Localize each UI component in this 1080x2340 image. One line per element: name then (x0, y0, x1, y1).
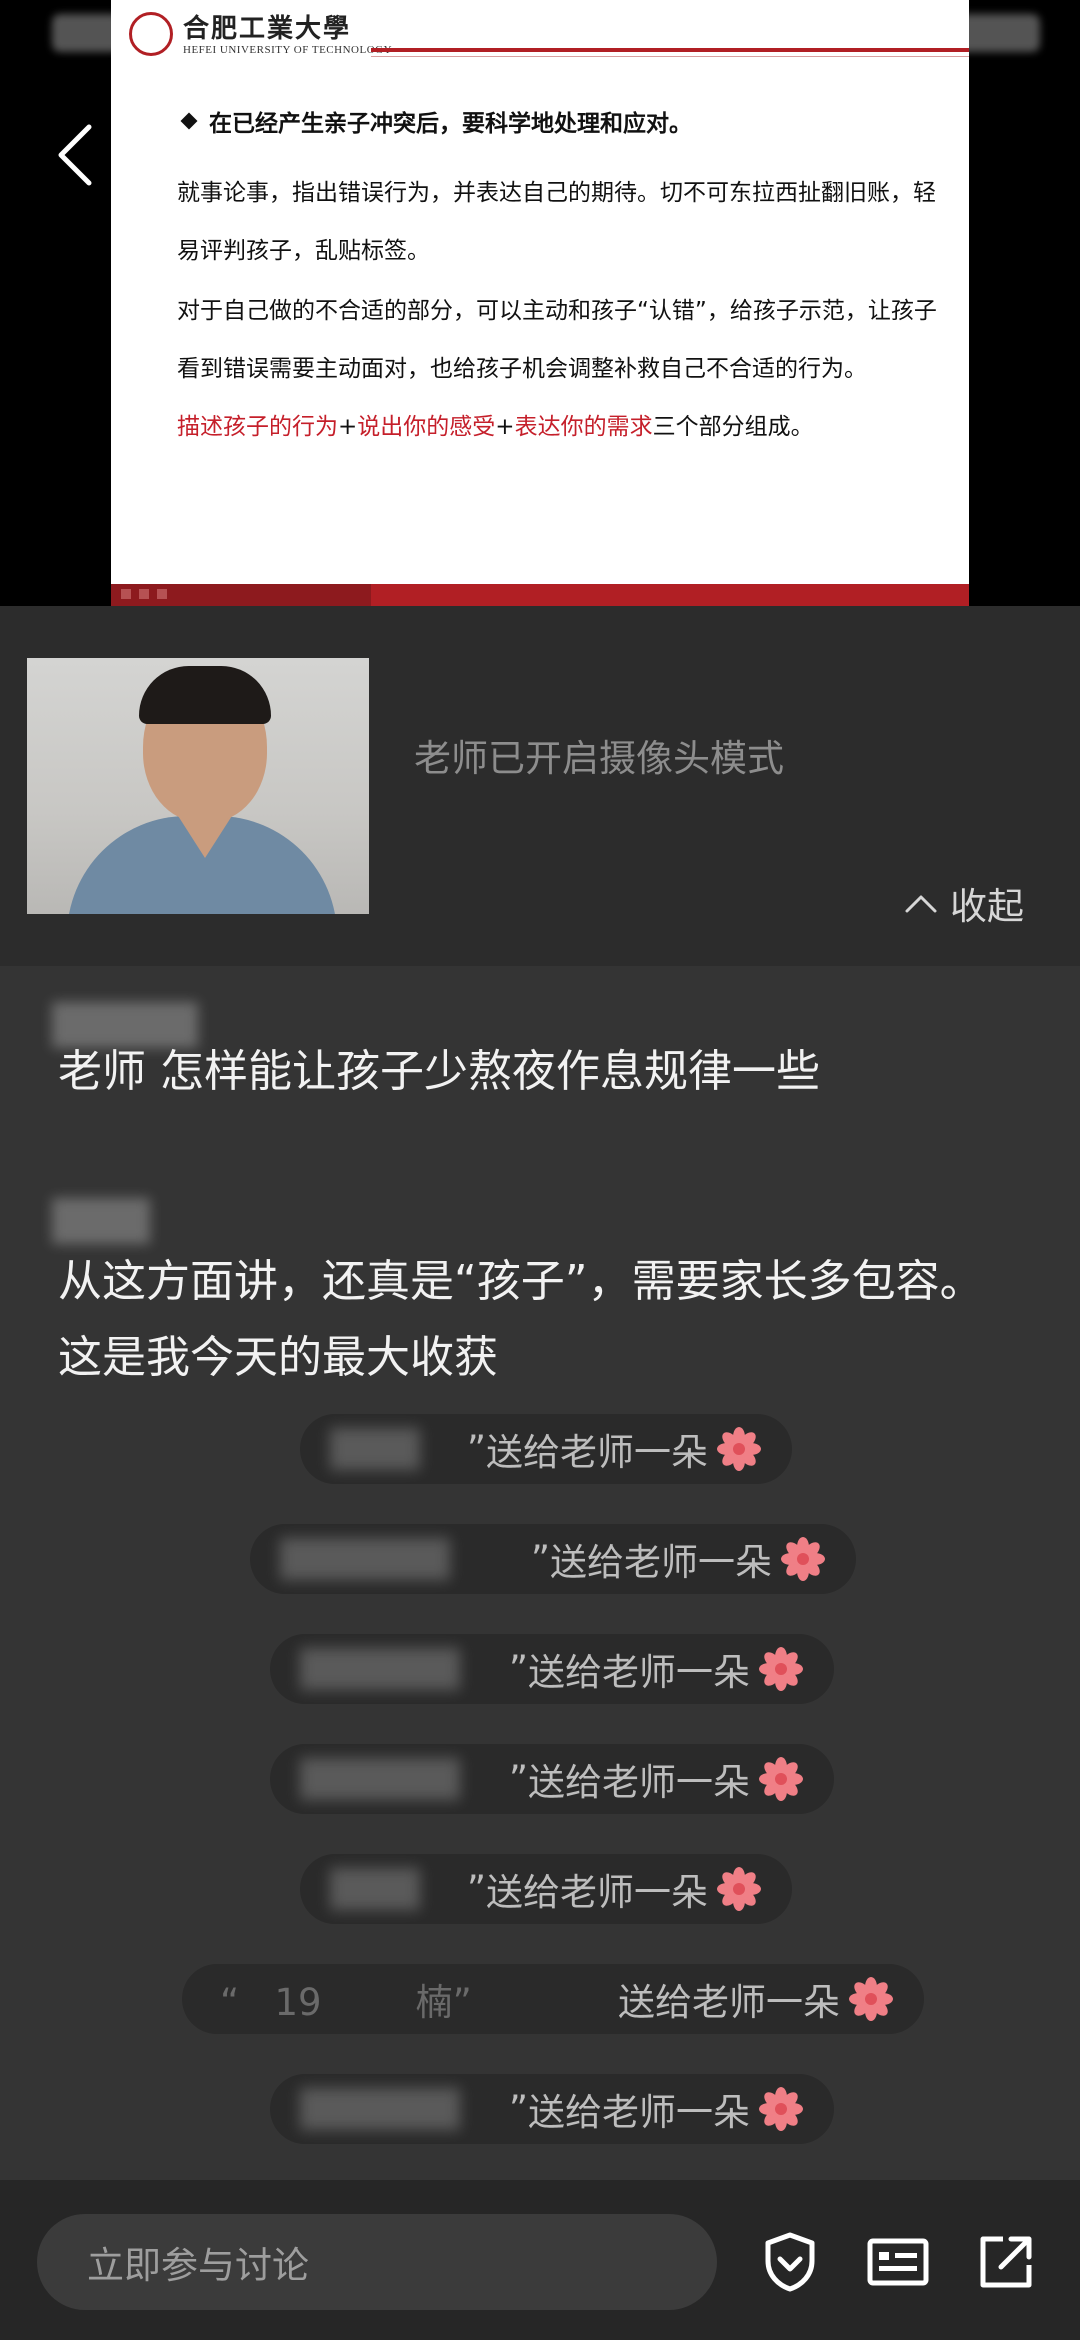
slide-paragraph-2: 对于自己做的不合适的部分，可以主动和孩子“认错”，给孩子示范，让孩子看到错误需要… (177, 298, 937, 382)
slide-viewer: 合肥工業大學 HEFEI UNIVERSITY OF TECHNOLOGY 在已… (0, 0, 1080, 606)
gift-notice: ” 送给老师一朵 (270, 2074, 834, 2144)
slide-menu-control[interactable] (139, 589, 149, 599)
flower-icon (759, 2087, 803, 2131)
gift-text: 送给老师一朵 (528, 2091, 750, 2134)
gift-notice: ” 送给老师一朵 (270, 1744, 834, 1814)
collapse-label: 收起 (950, 885, 1024, 928)
chat-message: 从这方面讲，还真是“孩子”，需要家长多包容。这是我今天的最大收获 (58, 1256, 984, 1383)
flower-icon (849, 1977, 893, 2021)
username-blurred (52, 1198, 150, 1244)
slide-heading-text: 在已经产生亲子冲突后，要科学地处理和应对。 (209, 111, 692, 137)
gift-sender-suffix: ” (466, 1867, 486, 1911)
gift-text: 送给老师一朵 (486, 1431, 708, 1474)
gift-sender-blurred (300, 2088, 460, 2130)
flower-icon (717, 1427, 761, 1471)
slide-body: 在已经产生亲子冲突后，要科学地处理和应对。 就事论事，指出错误行为，并表达自己的… (177, 104, 937, 456)
chat-message: 老师 怎样能让孩子少熬夜作息规律一些 (58, 1046, 820, 1097)
bottom-bar: 立即参与讨论 (0, 2180, 1080, 2340)
discussion-input[interactable]: 立即参与讨论 (37, 2214, 717, 2310)
gift-sender-suffix: ” (466, 1427, 486, 1471)
chat-feed[interactable]: 老师 怎样能让孩子少熬夜作息规律一些 从这方面讲，还真是“孩子”，需要家长多包容… (0, 966, 1080, 2180)
gift-notice: ” 送给老师一朵 (300, 1854, 792, 1924)
share-external-icon (980, 2236, 1032, 2288)
teacher-video[interactable] (27, 658, 369, 914)
slide-paragraph-1: 就事论事，指出错误行为，并表达自己的期待。切不可东拉西扯翻旧账，轻易评判孩子，乱… (177, 180, 936, 264)
flower-icon (781, 1537, 825, 1581)
formula-part-1: 描述孩子的行为 (177, 414, 338, 440)
slide-footer-controls (111, 584, 371, 606)
flower-icon (759, 1647, 803, 1691)
gift-sender-suffix: ” (508, 1647, 528, 1691)
gift-sender-suffix: ” (530, 1537, 550, 1581)
camera-panel: 老师已开启摄像头模式 收起 (0, 606, 1080, 966)
shield-icon (765, 2232, 815, 2292)
diamond-bullet-icon (180, 112, 198, 130)
collapse-button[interactable]: 收起 (904, 876, 1024, 930)
id-card-icon (867, 2238, 929, 2286)
id-card-button[interactable] (860, 2224, 936, 2300)
header-divider (371, 48, 969, 52)
gift-sender-suffix: ” (508, 2087, 528, 2131)
slide-heading: 在已经产生亲子冲突后，要科学地处理和应对。 (177, 104, 937, 138)
gift-notice: ” 送给老师一朵 (270, 1634, 834, 1704)
gift-text: 送给老师一朵 (486, 1871, 708, 1914)
gift-notice: ” 送给老师一朵 (250, 1524, 856, 1594)
slide-formula: 描述孩子的行为+说出你的感受+表达你的需求三个部分组成。 (177, 398, 937, 456)
gift-notice: ” 送给老师一朵 (300, 1414, 792, 1484)
university-logo (129, 12, 173, 56)
lecture-slide: 合肥工業大學 HEFEI UNIVERSITY OF TECHNOLOGY 在已… (111, 0, 969, 606)
gift-sender-blurred (330, 1428, 420, 1470)
slide-next-control[interactable] (157, 589, 167, 599)
gift-text: 送给老师一朵 (528, 1761, 750, 1804)
gift-text: 送给老师一朵 (618, 1981, 840, 2024)
university-name-cn: 合肥工業大學 (183, 14, 352, 44)
gift-sender-blurred (300, 1758, 460, 1800)
formula-part-3: 表达你的需求 (514, 414, 653, 440)
formula-suffix: 三个部分组成。 (652, 414, 814, 440)
flower-icon (759, 1757, 803, 1801)
gift-notice: “ 19 楠” 送给老师一朵 (182, 1964, 924, 2034)
slide-header: 合肥工業大學 HEFEI UNIVERSITY OF TECHNOLOGY (111, 0, 969, 64)
gift-sender-blurred (300, 1648, 460, 1690)
chevron-up-icon (905, 895, 937, 913)
back-button[interactable] (40, 110, 110, 200)
chevron-left-icon (58, 124, 92, 186)
slide-prev-control[interactable] (121, 589, 131, 599)
video-person-hair (139, 666, 271, 724)
formula-part-2: 说出你的感受 (357, 414, 496, 440)
formula-plus-1: + (338, 414, 358, 440)
camera-mode-notice: 老师已开启摄像头模式 (414, 737, 784, 780)
gift-sender-blurred (330, 1868, 420, 1910)
gift-text: 送给老师一朵 (528, 1651, 750, 1694)
gift-sender-suffix: ” (508, 1757, 528, 1801)
shield-button[interactable] (752, 2224, 828, 2300)
formula-plus-2: + (495, 414, 515, 440)
gift-sender-blurred (280, 1538, 450, 1580)
header-divider-thin (371, 56, 969, 57)
share-button[interactable] (968, 2224, 1044, 2300)
flower-icon (717, 1867, 761, 1911)
slide-footer-bar (111, 584, 969, 606)
university-name-en: HEFEI UNIVERSITY OF TECHNOLOGY (183, 44, 393, 56)
gift-text: 送给老师一朵 (550, 1541, 772, 1584)
gift-sender: “ 19 楠” (220, 1981, 472, 2024)
